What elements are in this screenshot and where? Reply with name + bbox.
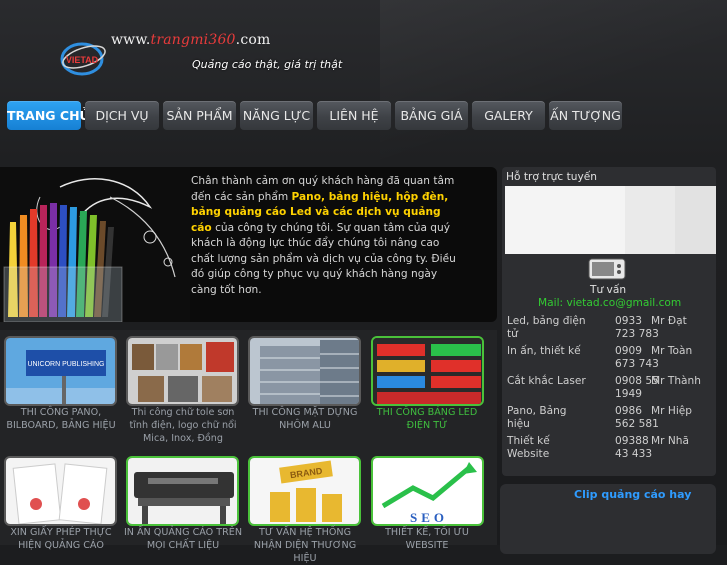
billboard-text: UNICORN PUBLISHING [27,361,104,368]
colored-pencils-image [0,167,190,322]
contact-name-cell: Mr Nhã [651,435,689,447]
support-contacts-table: Led, bảng điện tử 0933 723 783 Mr Đạt In… [505,313,717,463]
table-row: Led, bảng điện tử 0933 723 783 Mr Đạt [505,313,717,343]
table-row: Pano, Bảng hiệu 0986 562 581 Mr Hiệp [505,403,717,433]
consult-label: Tư vấn [590,284,627,296]
table-row: Cắt khắc Laser 0908 55 1949 Mr Thành [505,373,717,403]
product-image-letters[interactable] [126,336,239,406]
product-caption[interactable]: XIN GIẤY PHÉP THỰC HIỆN QUẢNG CÁO [0,526,122,552]
vietad-logo[interactable]: VIETAD [58,38,110,78]
contact-name-cell: Mr Toàn [651,345,693,357]
service-cell: Led, bảng điện tử [507,315,586,340]
product-image-seo[interactable]: SEO [371,456,484,526]
nav-item-capability[interactable]: NĂNG LỰC [240,101,313,130]
product-image-brand[interactable]: BRAND [248,456,361,526]
product-image-led-board[interactable] [371,336,484,406]
contact-name-cell: Mr Hiệp [651,405,693,417]
nav-item-gallery[interactable]: GALERY [472,101,545,130]
slogan: Quảng cáo thật, giá trị thật [192,58,343,71]
nav-item-impressions[interactable]: ẤN TƯỢNG [549,101,622,130]
service-cell: Thiết kế Website [507,435,550,460]
nav-item-pricing[interactable]: BẢNG GIÁ [395,101,468,130]
welcome-text: Chân thành cảm ơn quý khách hàng đã quan… [191,175,456,296]
product-image-printer[interactable] [126,456,239,526]
product-caption[interactable]: TƯ VẤN HỆ THỐNG NHẬN DIỆN THƯƠNG HIỆU [244,526,366,565]
product-caption[interactable]: Thi công chữ tole sơn tĩnh điện, logo ch… [122,406,244,445]
support-email[interactable]: Mail: vietad.co@gmail.com [538,297,681,309]
service-cell: In ấn, thiết kế [507,345,581,357]
welcome-banner: Chân thành cảm ơn quý khách hàng đã quan… [0,167,497,322]
nav-item-services[interactable]: DỊCH VỤ [85,101,159,130]
product-image-aluminium-facade[interactable] [248,336,361,406]
clip-title[interactable]: Clip quảng cáo hay [574,488,691,501]
seo-image-text: SEO [410,510,448,525]
product-image-billboard[interactable]: UNICORN PUBLISHING [4,336,117,406]
nav-item-products[interactable]: SẢN PHẨM [163,101,236,130]
tv-chat-icon[interactable] [588,258,626,282]
product-caption[interactable]: THI CÔNG BẢNG LED ĐIỆN TỬ [366,406,488,432]
nav-item-home[interactable]: TRANG CHỦ [7,101,90,130]
support-title: Hỗ trợ trực tuyến [506,171,597,183]
product-caption[interactable]: THI CÔNG PANO, BILBOARD, BẢNG HIỆU [0,406,122,432]
background-light-streak [380,0,727,170]
product-caption[interactable]: THI CÔNG MẶT DỰNG NHÔM ALU [244,406,366,432]
table-row: In ấn, thiết kế 0909 673 743 Mr Toàn [505,343,717,373]
table-row: Thiết kế Website 09388 43 433 Mr Nhã [505,433,717,463]
logo-text: VIETAD [66,55,99,65]
service-cell: Pano, Bảng hiệu [507,405,567,430]
contact-name-cell: Mr Thành [651,375,701,387]
support-banner-image [505,186,716,254]
product-image-permit[interactable] [4,456,117,526]
site-url[interactable]: www.trangmi360.com [111,32,270,48]
contact-name-cell: Mr Đạt [651,315,687,327]
nav-item-contact[interactable]: LIÊN HỆ [317,101,391,130]
product-caption[interactable]: THIẾT KẾ, TỐI ƯU WEBSITE [366,526,488,552]
service-cell: Cắt khắc Laser [507,375,586,387]
product-caption[interactable]: IN ẤN QUẢNG CÁO TRÊN MỌI CHẤT LIỆU [122,526,244,552]
